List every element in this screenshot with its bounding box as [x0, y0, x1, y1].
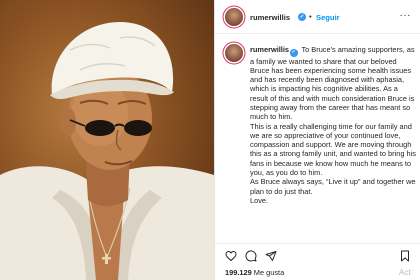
caption-body-1: To Bruce's amazing supporters, as a fami…	[250, 45, 415, 122]
more-options-icon[interactable]: ···	[400, 10, 412, 21]
caption-username[interactable]: rumerwillis	[250, 45, 289, 54]
share-icon[interactable]	[265, 250, 277, 262]
likes-label: Me gusta	[253, 268, 285, 277]
verified-badge-icon: ✓	[298, 13, 306, 21]
likes-count[interactable]: 199.129 Me gusta	[225, 268, 284, 277]
author-avatar[interactable]	[225, 8, 243, 26]
post-photo[interactable]	[0, 0, 214, 280]
post-panel: rumerwillis ✓ • Seguir ··· rumerwillis ✓ …	[214, 0, 420, 280]
caption-paragraph: This is a really challenging time for ou…	[250, 121, 416, 178]
likes-number: 199.129	[225, 268, 252, 277]
action-bar	[215, 243, 420, 267]
caption-text: rumerwillis ✓ To Bruce's amazing supporte…	[250, 45, 416, 205]
verified-badge-icon: ✓	[290, 49, 298, 57]
comment-icon[interactable]	[245, 250, 257, 262]
heart-icon[interactable]	[225, 250, 237, 262]
separator-dot: •	[309, 12, 312, 21]
bookmark-icon[interactable]	[399, 250, 411, 262]
caption-paragraph: rumerwillis ✓ To Bruce's amazing supporte…	[250, 45, 416, 122]
caption-avatar[interactable]	[225, 44, 243, 62]
follow-button[interactable]: Seguir	[316, 13, 340, 22]
man-in-shower-cap-photo	[0, 22, 214, 280]
caption-paragraph: As Bruce always says, “Live it up” and t…	[250, 177, 416, 196]
post-header: rumerwillis ✓ • Seguir ···	[215, 0, 420, 34]
caption-paragraph: Love.	[250, 195, 269, 205]
author-username[interactable]: rumerwillis	[250, 13, 290, 22]
activation-watermark: Act	[399, 268, 411, 277]
caption-row: rumerwillis ✓ To Bruce's amazing supporte…	[215, 40, 420, 245]
